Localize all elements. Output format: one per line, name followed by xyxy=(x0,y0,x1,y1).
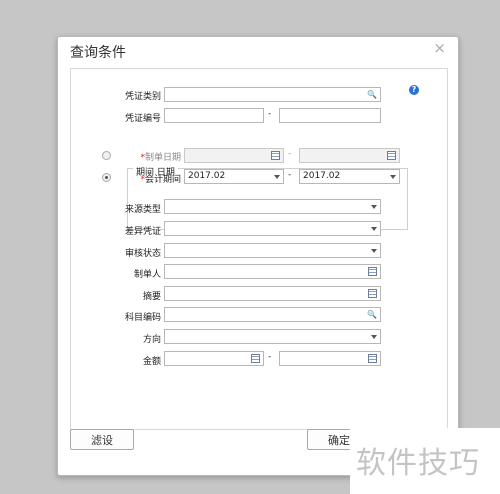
creator-label: 制单人 xyxy=(133,270,161,280)
selector-icon[interactable] xyxy=(368,267,377,276)
amount-from-input[interactable] xyxy=(164,351,264,366)
fiscal-period-to-select[interactable]: 2017.02 xyxy=(299,169,400,184)
create-date-label: *制单日期 xyxy=(121,150,181,163)
fiscal-period-from-value: 2017.02 xyxy=(188,171,226,181)
direction-select[interactable] xyxy=(164,329,381,344)
account-code-field[interactable]: 🔍 xyxy=(164,307,381,322)
create-date-radio[interactable] xyxy=(102,151,111,160)
fiscal-period-to-value: 2017.02 xyxy=(303,171,341,181)
dialog-title: 查询条件 xyxy=(70,45,126,61)
voucher-type-field[interactable]: 🔍 xyxy=(164,87,381,102)
voucher-no-separator: - xyxy=(268,109,272,119)
dropdown-icon[interactable] xyxy=(371,335,377,339)
dropdown-icon[interactable] xyxy=(371,227,377,231)
direction-label: 方向 xyxy=(142,335,161,345)
dropdown-icon[interactable] xyxy=(274,175,280,179)
diff-voucher-select[interactable] xyxy=(164,221,381,236)
query-dialog: 查询条件 × ? 凭证类别 🔍 凭证编号 - 期间 日期 *制单日期 - *会计… xyxy=(57,36,459,476)
voucher-no-to-input[interactable] xyxy=(279,108,381,123)
amount-label: 金额 xyxy=(142,357,161,367)
audit-status-select[interactable] xyxy=(164,243,381,258)
create-date-label-text: 制单日期 xyxy=(144,153,181,163)
watermark-text: 软件技巧 xyxy=(356,446,480,481)
calculator-icon[interactable] xyxy=(251,354,260,363)
audit-status-label: 审核状态 xyxy=(124,249,161,259)
diff-voucher-label: 差异凭证 xyxy=(124,227,161,237)
voucher-no-label: 凭证编号 xyxy=(124,114,161,124)
fiscal-period-separator: - xyxy=(288,170,292,180)
voucher-type-label: 凭证类别 xyxy=(124,92,161,102)
fiscal-period-radio[interactable] xyxy=(102,173,111,182)
dropdown-icon[interactable] xyxy=(390,175,396,179)
filter-settings-button[interactable]: 滤设 xyxy=(70,429,134,450)
summary-label: 摘要 xyxy=(142,292,161,302)
fiscal-period-label: *会计期间 xyxy=(121,172,181,185)
calendar-icon[interactable] xyxy=(387,151,396,160)
source-type-label: 来源类型 xyxy=(124,205,161,215)
create-date-to-input[interactable] xyxy=(299,148,400,163)
create-date-from-input[interactable] xyxy=(184,148,284,163)
calculator-icon[interactable] xyxy=(368,354,377,363)
close-icon[interactable]: × xyxy=(433,39,446,57)
amount-separator: - xyxy=(268,352,272,362)
fiscal-period-from-select[interactable]: 2017.02 xyxy=(184,169,284,184)
creator-field[interactable] xyxy=(164,264,381,279)
account-code-label: 科目编码 xyxy=(124,313,161,323)
calendar-icon[interactable] xyxy=(271,151,280,160)
amount-to-input[interactable] xyxy=(279,351,381,366)
watermark: 软件技巧 xyxy=(350,428,500,494)
fiscal-period-label-text: 会计期间 xyxy=(144,175,181,185)
source-type-select[interactable] xyxy=(164,199,381,214)
dropdown-icon[interactable] xyxy=(371,205,377,209)
summary-field[interactable] xyxy=(164,286,381,301)
help-icon[interactable]: ? xyxy=(409,85,419,95)
dropdown-icon[interactable] xyxy=(371,249,377,253)
search-icon[interactable]: 🔍 xyxy=(367,310,377,319)
create-date-separator: - xyxy=(288,149,292,159)
search-icon[interactable]: 🔍 xyxy=(367,90,377,99)
selector-icon[interactable] xyxy=(368,289,377,298)
voucher-no-from-input[interactable] xyxy=(164,108,264,123)
